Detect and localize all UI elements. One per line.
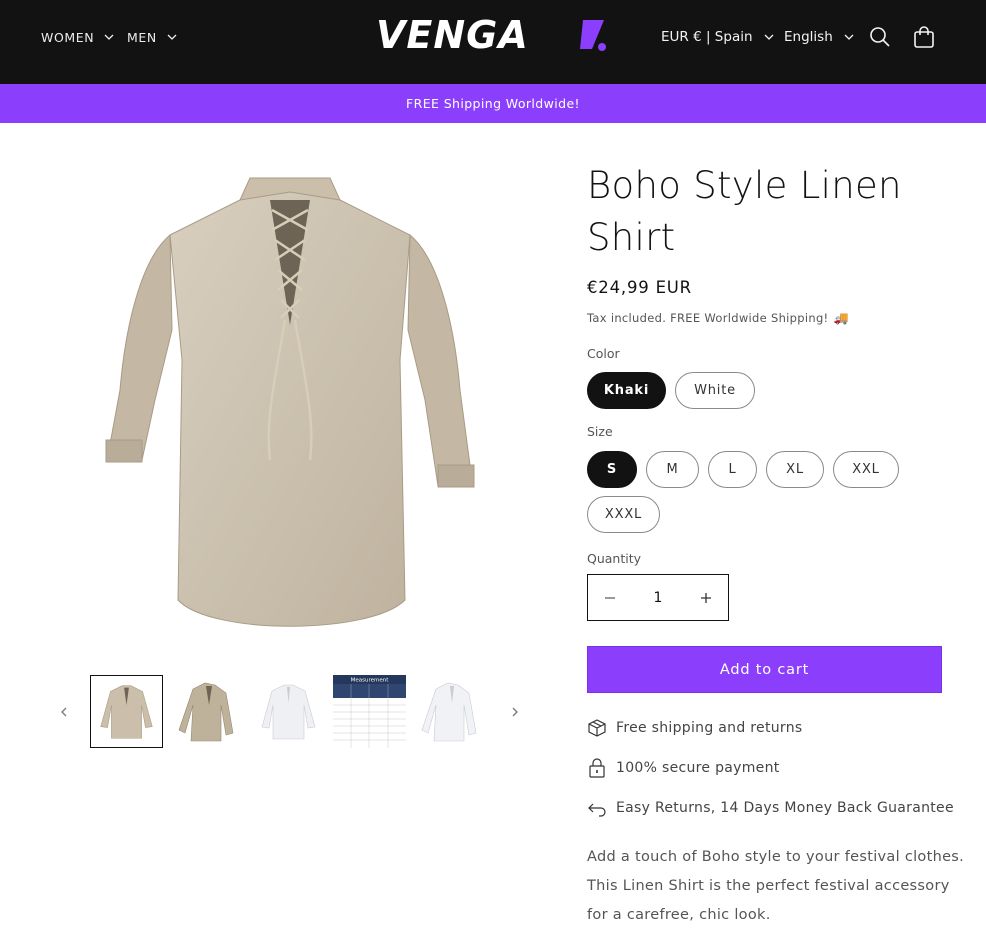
thumbnail-size-chart[interactable]: Measurement	[333, 675, 406, 748]
announcement-bar: FREE Shipping Worldwide!	[0, 84, 986, 123]
cart-button[interactable]	[909, 22, 939, 52]
size-option-xl[interactable]: XL	[766, 451, 824, 488]
nav-men[interactable]: MEN	[127, 28, 178, 46]
add-to-cart-button[interactable]: Add to cart	[587, 646, 942, 693]
color-option-white[interactable]: White	[675, 372, 755, 409]
product-price: €24,99 EUR	[587, 278, 692, 297]
chevron-down-icon	[844, 34, 854, 40]
language-label: English	[784, 29, 833, 45]
chevron-down-icon	[764, 34, 773, 40]
product-title: Boho Style Linen Shirt	[587, 164, 902, 259]
site-header: WOMEN MEN VENGA EUR € | Spain English	[0, 0, 986, 84]
feature-returns: Easy Returns, 14 Days Money Back Guarant…	[587, 797, 954, 819]
thumbnail-image	[178, 682, 234, 742]
size-option-m[interactable]: M	[646, 451, 699, 488]
venga-logo[interactable]: VENGA	[376, 15, 610, 55]
chevron-left-icon	[61, 707, 67, 717]
currency-label: EUR € | Spain	[661, 29, 753, 45]
tax-note-text: Tax included. FREE Worldwide Shipping!	[587, 311, 829, 325]
lock-icon	[589, 758, 605, 778]
nav-men-label: MEN	[127, 29, 157, 45]
color-label: Color	[587, 346, 620, 361]
truck-emoji-icon: 🚚	[833, 311, 849, 325]
chevron-right-icon	[512, 707, 518, 717]
svg-text:VENGA: VENGA	[376, 15, 529, 55]
tax-note: Tax included. FREE Worldwide Shipping! 🚚	[587, 311, 849, 325]
language-selector[interactable]: English	[784, 27, 855, 47]
size-option-xxl[interactable]: XXL	[833, 451, 899, 488]
thumbnail-image	[261, 684, 316, 740]
nav-women-label: WOMEN	[41, 29, 95, 45]
announcement-text: FREE Shipping Worldwide!	[406, 96, 580, 111]
product-main-image[interactable]	[100, 160, 480, 640]
thumbnail-khaki-angle[interactable]	[171, 675, 244, 748]
size-option-xxxl[interactable]: XXXL	[587, 496, 660, 533]
feature-shipping-text: Free shipping and returns	[616, 720, 803, 736]
color-option-khaki[interactable]: Khaki	[587, 372, 666, 409]
nav-women[interactable]: WOMEN	[41, 28, 115, 46]
feature-secure-payment: 100% secure payment	[587, 757, 780, 779]
currency-selector[interactable]: EUR € | Spain	[661, 27, 775, 47]
quantity-input[interactable]	[632, 589, 684, 606]
thumbnail-khaki-front[interactable]	[90, 675, 163, 748]
box-icon	[588, 719, 606, 737]
thumbnail-next-button[interactable]	[507, 702, 523, 722]
size-label: Size	[587, 424, 613, 439]
thumbnail-white-angle[interactable]	[414, 675, 487, 748]
quantity-increase-button[interactable]	[684, 575, 728, 620]
feature-shipping: Free shipping and returns	[587, 717, 802, 739]
plus-icon	[701, 592, 711, 603]
thumbnail-white-front[interactable]	[252, 675, 325, 748]
feature-returns-text: Easy Returns, 14 Days Money Back Guarant…	[616, 800, 954, 816]
quantity-label: Quantity	[587, 551, 642, 566]
quantity-stepper	[587, 574, 729, 621]
size-chart-heading: Measurement	[351, 678, 390, 684]
thumbnail-image: Measurement	[333, 675, 406, 748]
thumbnail-image	[421, 682, 477, 742]
thumbnail-prev-button[interactable]	[56, 702, 72, 722]
minus-icon	[605, 596, 615, 599]
return-arrow-icon	[588, 803, 606, 817]
cart-icon	[914, 26, 934, 48]
feature-secure-payment-text: 100% secure payment	[616, 760, 780, 776]
size-option-s[interactable]: S	[587, 451, 637, 488]
quantity-decrease-button[interactable]	[588, 575, 632, 620]
chevron-down-icon	[167, 34, 177, 40]
chevron-down-icon	[104, 34, 114, 40]
product-description: Add a touch of Boho style to your festiv…	[587, 849, 965, 923]
size-option-l[interactable]: L	[708, 451, 757, 488]
search-button[interactable]	[865, 22, 895, 52]
thumbnail-image	[100, 685, 153, 739]
search-icon	[870, 27, 890, 47]
